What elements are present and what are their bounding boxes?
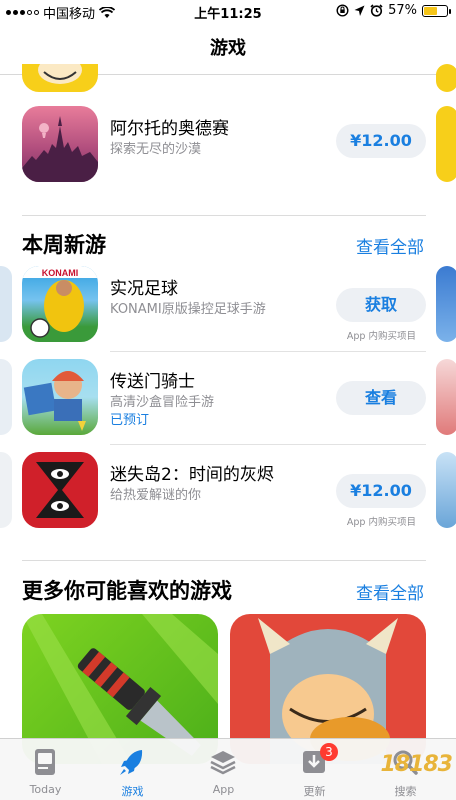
- tab-label: 更新: [303, 785, 326, 798]
- section-title-more: 更多你可能喜欢的游戏: [22, 579, 232, 603]
- see-all-more-link[interactable]: 查看全部: [356, 579, 424, 604]
- lost-island-peek-left[interactable]: [0, 452, 12, 528]
- app-subtitle: 高清沙盒冒险手游: [110, 395, 215, 410]
- in-app-purchase-note: App 内购买项目: [346, 517, 416, 528]
- lost-island-app-icon[interactable]: [22, 452, 98, 528]
- section-divider: [22, 215, 426, 216]
- in-app-purchase-note: App 内购买项目: [346, 331, 416, 342]
- location-icon: [354, 5, 365, 16]
- app-name: 迷失岛2：时间的灰烬: [110, 465, 274, 485]
- see-all-new-link[interactable]: 查看全部: [356, 233, 424, 258]
- tab-games[interactable]: 游戏: [87, 739, 178, 800]
- page-title: 游戏: [210, 38, 246, 59]
- app-row-pes[interactable]: KONAMI 实况足球 KONAMI原版操控足球手游 获取 App 内购买项目: [0, 266, 456, 354]
- battery-fill: [424, 6, 437, 15]
- watermark-logo: 18183: [380, 752, 453, 777]
- tab-label: Today: [29, 783, 62, 796]
- konami-logo: KONAMI: [42, 268, 79, 278]
- alto-app-icon[interactable]: [22, 106, 98, 182]
- status-bar: 中国移动 上午11:25 57%: [0, 0, 456, 22]
- pes-peek-left[interactable]: [0, 266, 12, 342]
- battery-icon: [422, 4, 451, 17]
- status-right: 57%: [336, 3, 451, 18]
- get-button[interactable]: 获取: [336, 288, 426, 322]
- layers-icon: [210, 751, 236, 775]
- app-name: 阿尔托的奥德赛: [110, 119, 229, 139]
- updates-badge: 3: [320, 743, 338, 761]
- portal-knights-app-icon[interactable]: [22, 359, 98, 435]
- lost-island-peek-icon[interactable]: [436, 452, 456, 528]
- alarm-icon: [370, 4, 383, 17]
- previous-peek-icon[interactable]: [436, 64, 456, 92]
- tab-today[interactable]: Today: [0, 739, 91, 800]
- tab-label: 游戏: [121, 785, 144, 798]
- app-row-lost-island[interactable]: 迷失岛2：时间的灰烬 给热爱解谜的你 ¥12.00 App 内购买项目: [0, 452, 456, 540]
- app-row-alto[interactable]: 阿尔托的奥德赛 探索无尽的沙漠 ¥12.00: [0, 106, 456, 194]
- view-button[interactable]: 查看: [336, 381, 426, 415]
- portal-peek-icon[interactable]: [436, 359, 456, 435]
- pes-app-icon[interactable]: KONAMI: [22, 266, 98, 342]
- app-subtitle: KONAMI原版操控足球手游: [110, 302, 266, 317]
- previous-app-icon[interactable]: [22, 64, 98, 92]
- price-button[interactable]: ¥12.00: [336, 124, 426, 158]
- price-button[interactable]: ¥12.00: [336, 474, 426, 508]
- rocket-icon: [120, 750, 143, 775]
- preordered-label: 已预订: [110, 413, 150, 428]
- featured-peek-icon[interactable]: [436, 106, 456, 182]
- section-title-new: 本周新游: [22, 233, 106, 257]
- app-subtitle: 给热爱解谜的你: [110, 488, 202, 503]
- tab-label: App: [212, 783, 235, 796]
- tab-apps[interactable]: App: [178, 739, 269, 800]
- lock-rotation-icon: [336, 4, 349, 17]
- app-name: 传送门骑士: [110, 372, 195, 392]
- row-divider: [110, 444, 426, 445]
- app-row-portal-knights[interactable]: 传送门骑士 高清沙盒冒险手游 已预订 查看: [0, 359, 456, 447]
- app-name: 实况足球: [110, 279, 178, 299]
- row-divider: [110, 351, 426, 352]
- pes-peek-icon[interactable]: [436, 266, 456, 342]
- app-subtitle: 探索无尽的沙漠: [110, 142, 202, 157]
- portal-peek-left[interactable]: [0, 359, 12, 435]
- today-icon: [35, 749, 55, 775]
- battery-percent: 57%: [388, 3, 417, 18]
- section-divider: [22, 560, 426, 561]
- tab-label: 搜索: [394, 785, 417, 798]
- tab-updates[interactable]: 3 更新: [269, 739, 360, 800]
